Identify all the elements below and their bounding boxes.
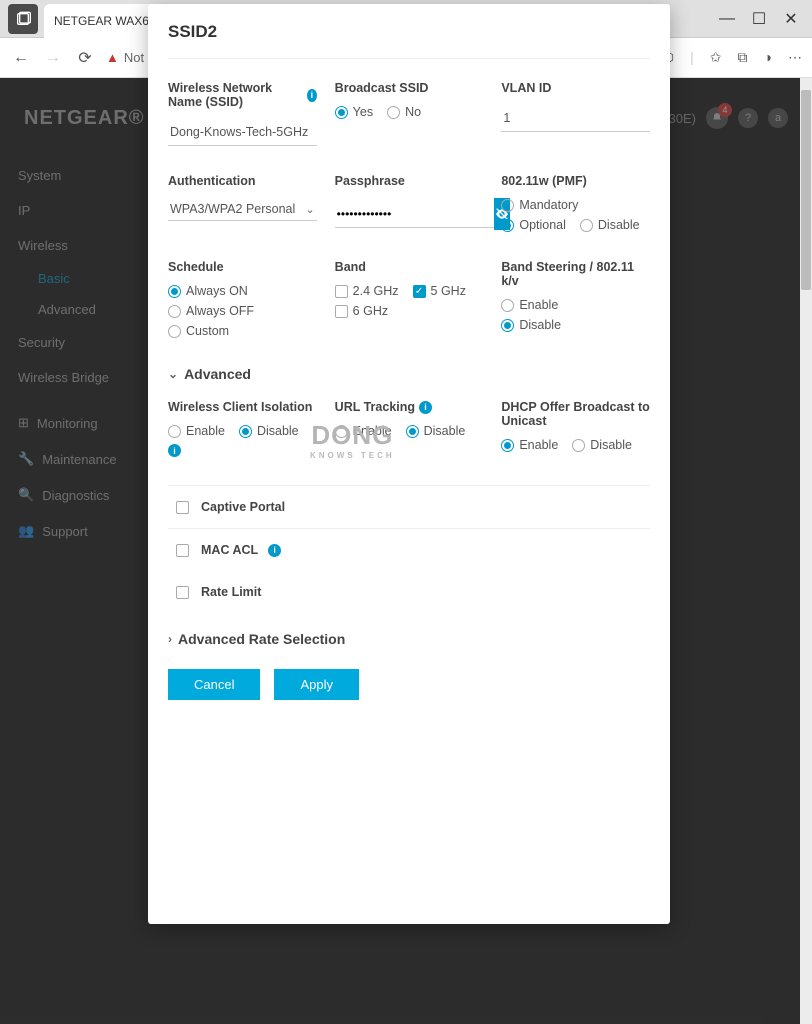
ssid-input[interactable]	[168, 119, 317, 146]
isolation-enable-radio[interactable]: Enable	[168, 424, 225, 438]
info-icon[interactable]: i	[419, 401, 432, 414]
advanced-section-toggle[interactable]: ⌄ Advanced	[168, 366, 650, 382]
band-24-check[interactable]: 2.4 GHz	[335, 284, 399, 298]
ssid-label: Wireless Network Name (SSID)	[168, 81, 303, 109]
captive-portal-toggle[interactable]: Captive Portal	[168, 485, 650, 528]
dhcp-label: DHCP Offer Broadcast to Unicast	[501, 400, 650, 428]
ssid-modal: SSID2 Wireless Network Name (SSID) i Broa…	[148, 4, 670, 924]
page-scrollbar[interactable]	[800, 78, 812, 1024]
passphrase-label: Passphrase	[335, 174, 484, 188]
band-6-check[interactable]: 6 GHz	[335, 304, 388, 318]
steering-disable-radio[interactable]: Disable	[501, 318, 561, 332]
chevron-down-icon: ⌄	[305, 203, 314, 216]
schedule-on-radio[interactable]: Always ON	[168, 284, 248, 298]
pmf-label: 802.11w (PMF)	[501, 174, 650, 188]
passphrase-input[interactable]	[335, 201, 494, 228]
info-icon[interactable]: i	[268, 544, 281, 557]
pmf-optional-radio[interactable]: Optional	[501, 218, 566, 232]
band-5-check[interactable]: 5 GHz	[413, 284, 466, 298]
insecure-icon: ▲	[106, 50, 119, 65]
tab-strip-icon[interactable]	[8, 4, 38, 34]
modal-title: SSID2	[168, 22, 650, 59]
urltrack-enable-radio[interactable]: Enable	[335, 424, 392, 438]
urltrack-disable-radio[interactable]: Disable	[406, 424, 466, 438]
vlan-label: VLAN ID	[501, 81, 650, 95]
schedule-off-radio[interactable]: Always OFF	[168, 304, 254, 318]
band-label: Band	[335, 260, 484, 274]
nav-refresh-icon[interactable]: ⟳	[74, 47, 96, 69]
rate-limit-toggle[interactable]: Rate Limit	[168, 571, 650, 613]
favorites-bar-icon[interactable]: ✩	[710, 49, 722, 66]
info-icon[interactable]: i	[168, 444, 181, 457]
profile-icon[interactable]: ◑	[764, 49, 772, 66]
apply-button[interactable]: Apply	[274, 669, 359, 700]
isolation-disable-radio[interactable]: Disable	[239, 424, 299, 438]
window-close[interactable]: ✕	[784, 12, 798, 26]
steering-label: Band Steering / 802.11 k/v	[501, 260, 650, 288]
mac-acl-toggle[interactable]: MAC ACL i	[168, 528, 650, 571]
auth-select[interactable]: WPA3/WPA2 Personal ⌄	[168, 198, 317, 221]
schedule-custom-radio[interactable]: Custom	[168, 324, 229, 338]
more-icon[interactable]: ⋯	[788, 49, 802, 66]
steering-enable-radio[interactable]: Enable	[501, 298, 558, 312]
pmf-mandatory-radio[interactable]: Mandatory	[501, 198, 578, 212]
dhcp-enable-radio[interactable]: Enable	[501, 438, 558, 452]
broadcast-yes-radio[interactable]: Yes	[335, 105, 373, 119]
collections-icon[interactable]: ⧉	[738, 49, 748, 66]
broadcast-label: Broadcast SSID	[335, 81, 484, 95]
info-icon[interactable]: i	[307, 89, 317, 102]
broadcast-no-radio[interactable]: No	[387, 105, 421, 119]
cancel-button[interactable]: Cancel	[168, 669, 260, 700]
nav-back-icon[interactable]: ←	[10, 47, 32, 69]
vlan-input[interactable]	[501, 105, 650, 132]
window-maximize[interactable]: ☐	[752, 12, 766, 26]
urltrack-label: URL Tracking	[335, 400, 415, 414]
isolation-label: Wireless Client Isolation	[168, 400, 317, 414]
dhcp-disable-radio[interactable]: Disable	[572, 438, 632, 452]
scroll-thumb[interactable]	[801, 90, 811, 290]
adv-rate-section-toggle[interactable]: › Advanced Rate Selection	[168, 631, 650, 647]
pmf-disable-radio[interactable]: Disable	[580, 218, 640, 232]
auth-label: Authentication	[168, 174, 317, 188]
window-minimize[interactable]: —	[720, 12, 734, 26]
nav-forward-icon: →	[42, 47, 64, 69]
chevron-down-icon: ⌄	[168, 367, 178, 381]
schedule-label: Schedule	[168, 260, 317, 274]
chevron-right-icon: ›	[168, 632, 172, 646]
